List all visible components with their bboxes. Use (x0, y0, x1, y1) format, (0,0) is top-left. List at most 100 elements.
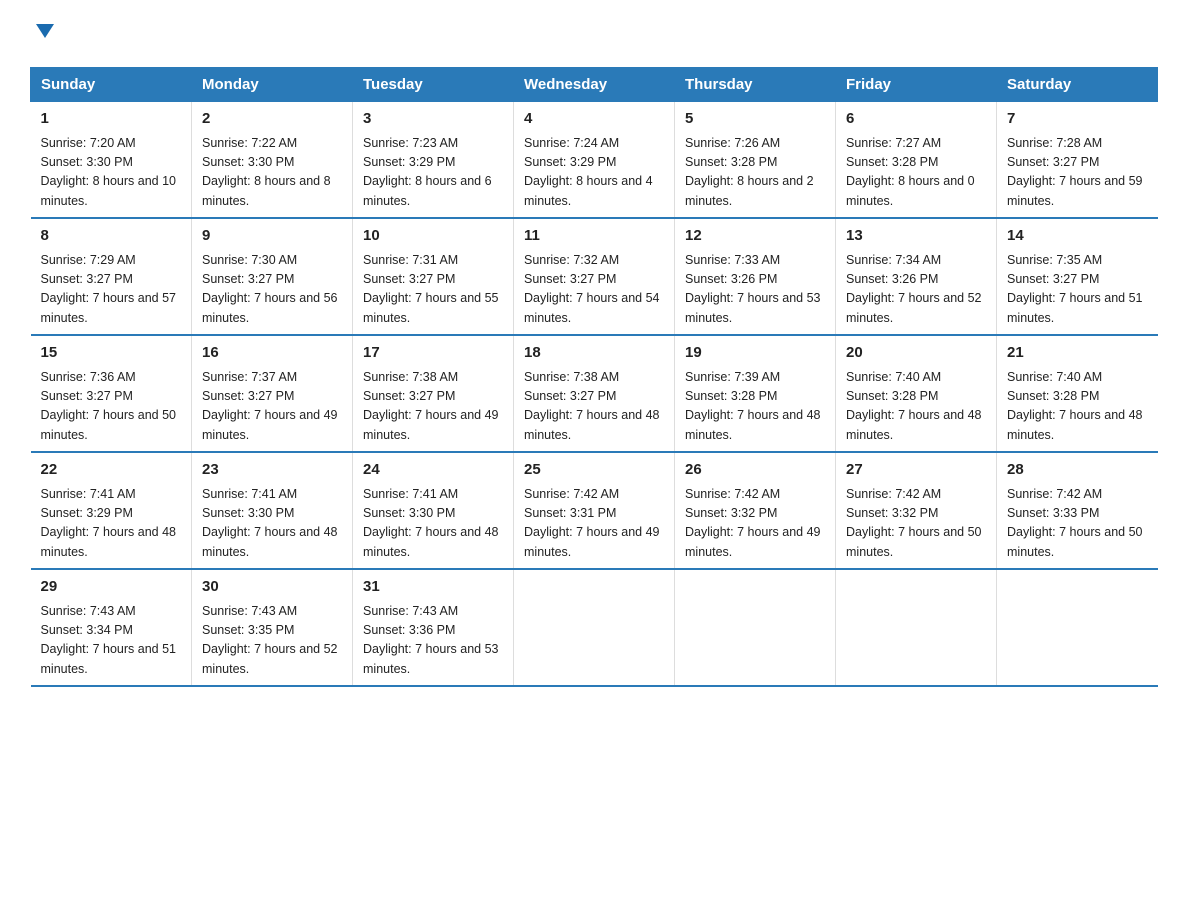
calendar-cell: 19 Sunrise: 7:39 AMSunset: 3:28 PMDayligh… (675, 335, 836, 452)
day-number: 16 (202, 342, 342, 365)
day-number: 9 (202, 225, 342, 248)
day-info: Sunrise: 7:34 AMSunset: 3:26 PMDaylight:… (846, 251, 986, 329)
day-info: Sunrise: 7:32 AMSunset: 3:27 PMDaylight:… (524, 251, 664, 329)
day-number: 25 (524, 459, 664, 482)
day-info: Sunrise: 7:41 AMSunset: 3:30 PMDaylight:… (202, 485, 342, 563)
day-number: 14 (1007, 225, 1148, 248)
calendar-cell: 3 Sunrise: 7:23 AMSunset: 3:29 PMDaylight… (353, 102, 514, 219)
day-info: Sunrise: 7:43 AMSunset: 3:35 PMDaylight:… (202, 602, 342, 680)
calendar-cell: 7 Sunrise: 7:28 AMSunset: 3:27 PMDaylight… (997, 102, 1158, 219)
day-number: 3 (363, 108, 503, 131)
day-info: Sunrise: 7:20 AMSunset: 3:30 PMDaylight:… (41, 134, 182, 212)
day-number: 27 (846, 459, 986, 482)
logo-triangle-icon (34, 20, 56, 42)
calendar-week-1: 1 Sunrise: 7:20 AMSunset: 3:30 PMDaylight… (31, 102, 1158, 219)
day-info: Sunrise: 7:23 AMSunset: 3:29 PMDaylight:… (363, 134, 503, 212)
header-friday: Friday (836, 68, 997, 102)
day-info: Sunrise: 7:42 AMSunset: 3:32 PMDaylight:… (846, 485, 986, 563)
calendar-header: SundayMondayTuesdayWednesdayThursdayFrid… (31, 68, 1158, 102)
day-info: Sunrise: 7:42 AMSunset: 3:31 PMDaylight:… (524, 485, 664, 563)
day-info: Sunrise: 7:36 AMSunset: 3:27 PMDaylight:… (41, 368, 182, 446)
day-info: Sunrise: 7:43 AMSunset: 3:34 PMDaylight:… (41, 602, 182, 680)
day-number: 10 (363, 225, 503, 248)
day-info: Sunrise: 7:40 AMSunset: 3:28 PMDaylight:… (1007, 368, 1148, 446)
calendar-cell: 23Sunrise: 7:41 AMSunset: 3:30 PMDayligh… (192, 452, 353, 569)
calendar-cell (514, 569, 675, 686)
calendar-cell: 22Sunrise: 7:41 AMSunset: 3:29 PMDayligh… (31, 452, 192, 569)
day-number: 12 (685, 225, 825, 248)
calendar-cell: 27 Sunrise: 7:42 AMSunset: 3:32 PMDayligh… (836, 452, 997, 569)
day-info: Sunrise: 7:40 AMSunset: 3:28 PMDaylight:… (846, 368, 986, 446)
calendar-cell: 24Sunrise: 7:41 AMSunset: 3:30 PMDayligh… (353, 452, 514, 569)
calendar-week-4: 22Sunrise: 7:41 AMSunset: 3:29 PMDayligh… (31, 452, 1158, 569)
calendar-cell (836, 569, 997, 686)
calendar-cell: 8 Sunrise: 7:29 AMSunset: 3:27 PMDaylight… (31, 218, 192, 335)
day-info: Sunrise: 7:38 AMSunset: 3:27 PMDaylight:… (363, 368, 503, 446)
calendar-table: SundayMondayTuesdayWednesdayThursdayFrid… (30, 67, 1158, 687)
day-info: Sunrise: 7:37 AMSunset: 3:27 PMDaylight:… (202, 368, 342, 446)
day-number: 5 (685, 108, 825, 131)
day-number: 15 (41, 342, 182, 365)
day-number: 4 (524, 108, 664, 131)
calendar-cell: 6 Sunrise: 7:27 AMSunset: 3:28 PMDaylight… (836, 102, 997, 219)
day-info: Sunrise: 7:29 AMSunset: 3:27 PMDaylight:… (41, 251, 182, 329)
calendar-cell: 1 Sunrise: 7:20 AMSunset: 3:30 PMDaylight… (31, 102, 192, 219)
day-info: Sunrise: 7:22 AMSunset: 3:30 PMDaylight:… (202, 134, 342, 212)
calendar-week-3: 15 Sunrise: 7:36 AMSunset: 3:27 PMDayligh… (31, 335, 1158, 452)
header-monday: Monday (192, 68, 353, 102)
calendar-cell: 16 Sunrise: 7:37 AMSunset: 3:27 PMDayligh… (192, 335, 353, 452)
day-info: Sunrise: 7:42 AMSunset: 3:33 PMDaylight:… (1007, 485, 1148, 563)
calendar-cell: 18Sunrise: 7:38 AMSunset: 3:27 PMDayligh… (514, 335, 675, 452)
calendar-cell: 29 Sunrise: 7:43 AMSunset: 3:34 PMDayligh… (31, 569, 192, 686)
day-number: 19 (685, 342, 825, 365)
day-number: 17 (363, 342, 503, 365)
day-number: 2 (202, 108, 342, 131)
calendar-cell: 14 Sunrise: 7:35 AMSunset: 3:27 PMDayligh… (997, 218, 1158, 335)
page-header (30, 20, 1158, 47)
calendar-cell (997, 569, 1158, 686)
header-thursday: Thursday (675, 68, 836, 102)
day-number: 21 (1007, 342, 1148, 365)
calendar-cell: 4 Sunrise: 7:24 AMSunset: 3:29 PMDaylight… (514, 102, 675, 219)
day-number: 28 (1007, 459, 1148, 482)
day-number: 6 (846, 108, 986, 131)
calendar-cell: 30 Sunrise: 7:43 AMSunset: 3:35 PMDayligh… (192, 569, 353, 686)
day-info: Sunrise: 7:41 AMSunset: 3:29 PMDaylight:… (41, 485, 182, 563)
calendar-cell: 28 Sunrise: 7:42 AMSunset: 3:33 PMDayligh… (997, 452, 1158, 569)
day-info: Sunrise: 7:30 AMSunset: 3:27 PMDaylight:… (202, 251, 342, 329)
calendar-cell: 9 Sunrise: 7:30 AMSunset: 3:27 PMDaylight… (192, 218, 353, 335)
calendar-cell: 21 Sunrise: 7:40 AMSunset: 3:28 PMDayligh… (997, 335, 1158, 452)
header-wednesday: Wednesday (514, 68, 675, 102)
day-number: 30 (202, 576, 342, 599)
calendar-cell: 17 Sunrise: 7:38 AMSunset: 3:27 PMDayligh… (353, 335, 514, 452)
day-number: 26 (685, 459, 825, 482)
day-info: Sunrise: 7:33 AMSunset: 3:26 PMDaylight:… (685, 251, 825, 329)
calendar-cell: 12 Sunrise: 7:33 AMSunset: 3:26 PMDayligh… (675, 218, 836, 335)
calendar-cell: 5Sunrise: 7:26 AMSunset: 3:28 PMDaylight… (675, 102, 836, 219)
day-info: Sunrise: 7:39 AMSunset: 3:28 PMDaylight:… (685, 368, 825, 446)
calendar-cell: 26 Sunrise: 7:42 AMSunset: 3:32 PMDayligh… (675, 452, 836, 569)
day-number: 1 (41, 108, 182, 131)
day-info: Sunrise: 7:35 AMSunset: 3:27 PMDaylight:… (1007, 251, 1148, 329)
day-info: Sunrise: 7:31 AMSunset: 3:27 PMDaylight:… (363, 251, 503, 329)
header-saturday: Saturday (997, 68, 1158, 102)
day-number: 18 (524, 342, 664, 365)
calendar-cell: 2 Sunrise: 7:22 AMSunset: 3:30 PMDaylight… (192, 102, 353, 219)
day-number: 7 (1007, 108, 1148, 131)
calendar-cell: 10 Sunrise: 7:31 AMSunset: 3:27 PMDayligh… (353, 218, 514, 335)
day-info: Sunrise: 7:28 AMSunset: 3:27 PMDaylight:… (1007, 134, 1148, 212)
calendar-cell: 15 Sunrise: 7:36 AMSunset: 3:27 PMDayligh… (31, 335, 192, 452)
calendar-cell: 13 Sunrise: 7:34 AMSunset: 3:26 PMDayligh… (836, 218, 997, 335)
day-number: 24 (363, 459, 503, 482)
calendar-cell (675, 569, 836, 686)
day-info: Sunrise: 7:27 AMSunset: 3:28 PMDaylight:… (846, 134, 986, 212)
calendar-cell: 20Sunrise: 7:40 AMSunset: 3:28 PMDayligh… (836, 335, 997, 452)
calendar-cell: 11 Sunrise: 7:32 AMSunset: 3:27 PMDayligh… (514, 218, 675, 335)
day-info: Sunrise: 7:42 AMSunset: 3:32 PMDaylight:… (685, 485, 825, 563)
day-info: Sunrise: 7:24 AMSunset: 3:29 PMDaylight:… (524, 134, 664, 212)
day-info: Sunrise: 7:43 AMSunset: 3:36 PMDaylight:… (363, 602, 503, 680)
day-number: 8 (41, 225, 182, 248)
day-number: 13 (846, 225, 986, 248)
day-number: 11 (524, 225, 664, 248)
day-number: 29 (41, 576, 182, 599)
